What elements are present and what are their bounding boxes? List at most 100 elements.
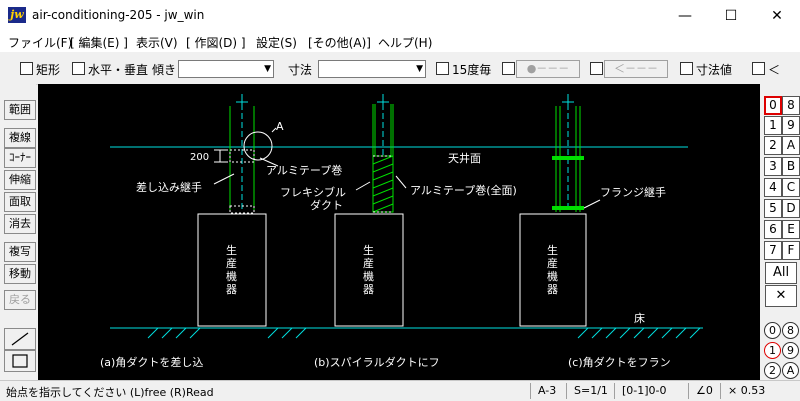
rect-label: 矩形 <box>36 63 61 77</box>
layer-f-button[interactable]: F <box>782 241 800 260</box>
lt-checkbox[interactable] <box>752 62 765 75</box>
tool-offset[interactable]: 複線 <box>4 128 36 148</box>
layer-9-button[interactable]: 9 <box>782 116 800 135</box>
floor-hatch-b <box>577 327 701 339</box>
menu-view[interactable]: 表示(V) <box>136 34 178 51</box>
maximize-button[interactable]: ☐ <box>708 0 754 32</box>
svg-text:生: 生 <box>363 243 374 257</box>
rect-checkbox[interactable] <box>20 62 33 75</box>
svg-text:産: 産 <box>226 257 237 270</box>
floor-text: 床 <box>634 311 645 325</box>
minimize-button[interactable]: — <box>662 0 708 32</box>
layer-cross-button[interactable]: ✕ <box>765 285 797 307</box>
layer-6-button[interactable]: 6 <box>764 220 782 239</box>
status-scale[interactable]: S=1/1 <box>574 384 608 397</box>
menu-file[interactable]: ファイル(F) <box>8 34 72 51</box>
group-8-button[interactable]: 8 <box>782 322 799 339</box>
caption-a: (a)角ダクトを差し込 <box>100 355 203 369</box>
tool-erase[interactable]: 消去 <box>4 214 36 234</box>
chevron-down-icon: ▼ <box>264 64 271 74</box>
tool-stretch[interactable]: 伸縮 <box>4 170 36 190</box>
svg-text:器: 器 <box>547 283 558 296</box>
line-icon <box>11 332 29 346</box>
equipment-label-c: 生 産 機 器 <box>547 243 558 296</box>
floor-hatch-a <box>147 327 307 339</box>
status-layer[interactable]: [0-1]0-0 <box>622 384 667 397</box>
tool-range[interactable]: 範囲 <box>4 100 36 120</box>
layer-8-button[interactable]: 8 <box>782 96 800 115</box>
dim-value-checkbox[interactable] <box>680 62 693 75</box>
status-divider <box>688 383 689 399</box>
group-a-button[interactable]: A <box>782 362 799 379</box>
menu-settings[interactable]: 設定(S) <box>256 34 297 51</box>
arrow-dash-checkbox[interactable] <box>590 62 603 75</box>
layer-7-button[interactable]: 7 <box>764 241 782 260</box>
group-1-button[interactable]: 1 <box>764 342 781 359</box>
tool-corner[interactable]: ｺｰﾅｰ <box>4 148 36 168</box>
menu-other[interactable]: [その他(A)] <box>308 34 371 51</box>
layer-3-button[interactable]: 3 <box>764 157 782 176</box>
status-divider <box>566 383 567 399</box>
equipment-label-b: 生 産 機 器 <box>363 243 374 296</box>
title-bar: jw air-conditioning-205 - jw_win — ☐ ✕ <box>0 0 800 32</box>
circle-dash-checkbox[interactable] <box>502 62 515 75</box>
drawing-canvas[interactable]: A 200 差し込み継手 アルミテープ巻 生 産 機 器 フレキシブル ダクト … <box>38 84 760 380</box>
alumi-tape-text: アルミテープ巻 <box>266 164 342 177</box>
alumi-full-text: アルミテープ巻(全面) <box>410 183 517 197</box>
layer-2-button[interactable]: 2 <box>764 136 782 155</box>
menu-edit[interactable]: [ 編集(E) ] <box>70 34 128 51</box>
layer-d-button[interactable]: D <box>782 199 800 218</box>
svg-text:産: 産 <box>363 257 374 270</box>
layer-all-button[interactable]: All <box>765 262 797 284</box>
control-toolbar: 矩形 水平・垂直 傾き ▼ 寸法 ▼ 15度毎 ●－－－ ＜－－－ 寸法値 ＜ <box>0 52 800 85</box>
svg-text:機: 機 <box>547 269 558 283</box>
dim-value-label: 寸法値 <box>696 63 733 77</box>
status-angle[interactable]: ∠0 <box>696 384 713 397</box>
duct-c <box>519 94 601 327</box>
tool-undo[interactable]: 戻る <box>4 290 36 310</box>
layer-b-button[interactable]: B <box>782 157 800 176</box>
circle-dash-field[interactable]: ●－－－ <box>516 60 580 78</box>
status-prompt: 始点を指示してください (L)free (R)Read <box>6 386 214 399</box>
layer-5-button[interactable]: 5 <box>764 199 782 218</box>
layer-a-button[interactable]: A <box>782 136 800 155</box>
group-2-button[interactable]: 2 <box>764 362 781 379</box>
status-paper[interactable]: A-3 <box>538 384 556 397</box>
layer-e-button[interactable]: E <box>782 220 800 239</box>
duct-text: ダクト <box>310 198 343 212</box>
status-zoom[interactable]: × 0.53 <box>728 384 765 397</box>
svg-text:器: 器 <box>226 283 237 296</box>
duct-a <box>197 94 279 327</box>
menu-draw[interactable]: [ 作図(D) ] <box>186 34 246 51</box>
equipment-label-a: 生 産 機 器 <box>226 243 237 296</box>
layer-1-button[interactable]: 1 <box>764 116 782 135</box>
layer-c-button[interactable]: C <box>782 178 800 197</box>
tool-palette: 範囲 複線 ｺｰﾅｰ 伸縮 面取 消去 複写 移動 戻る <box>0 84 36 380</box>
caption-b: (b)スパイラルダクトにフ <box>314 355 440 369</box>
svg-text:生: 生 <box>226 243 237 257</box>
group-0-button[interactable]: 0 <box>764 322 781 339</box>
close-button[interactable]: ✕ <box>754 0 800 32</box>
deg15-checkbox[interactable] <box>436 62 449 75</box>
tool-move[interactable]: 移動 <box>4 264 36 284</box>
tilt-combo[interactable]: ▼ <box>178 60 274 78</box>
svg-text:生: 生 <box>547 243 558 257</box>
status-bar: 始点を指示してください (L)free (R)Read A-3 S=1/1 [0… <box>0 380 800 401</box>
line-tool-button[interactable] <box>4 328 36 350</box>
layer-4-button[interactable]: 4 <box>764 178 782 197</box>
horiz-vert-label: 水平・垂直 <box>88 63 149 77</box>
chevron-down-icon: ▼ <box>416 64 423 74</box>
dim-200-text: 200 <box>190 152 209 163</box>
menu-help[interactable]: ヘルプ(H) <box>378 34 432 51</box>
tool-copy[interactable]: 複写 <box>4 242 36 262</box>
caption-c: (c)角ダクトをフラン <box>568 355 671 369</box>
app-icon[interactable]: jw <box>8 7 26 23</box>
menu-bar: ファイル(F) [ 編集(E) ] 表示(V) [ 作図(D) ] 設定(S) … <box>0 32 800 52</box>
layer-0-button[interactable]: 0 <box>764 96 782 115</box>
rect-tool-button[interactable] <box>4 350 36 372</box>
group-9-button[interactable]: 9 <box>782 342 799 359</box>
horiz-vert-checkbox[interactable] <box>72 62 85 75</box>
dimension-combo[interactable]: ▼ <box>318 60 426 78</box>
arrow-dash-field[interactable]: ＜－－－ <box>604 60 668 78</box>
tool-chamfer[interactable]: 面取 <box>4 192 36 212</box>
